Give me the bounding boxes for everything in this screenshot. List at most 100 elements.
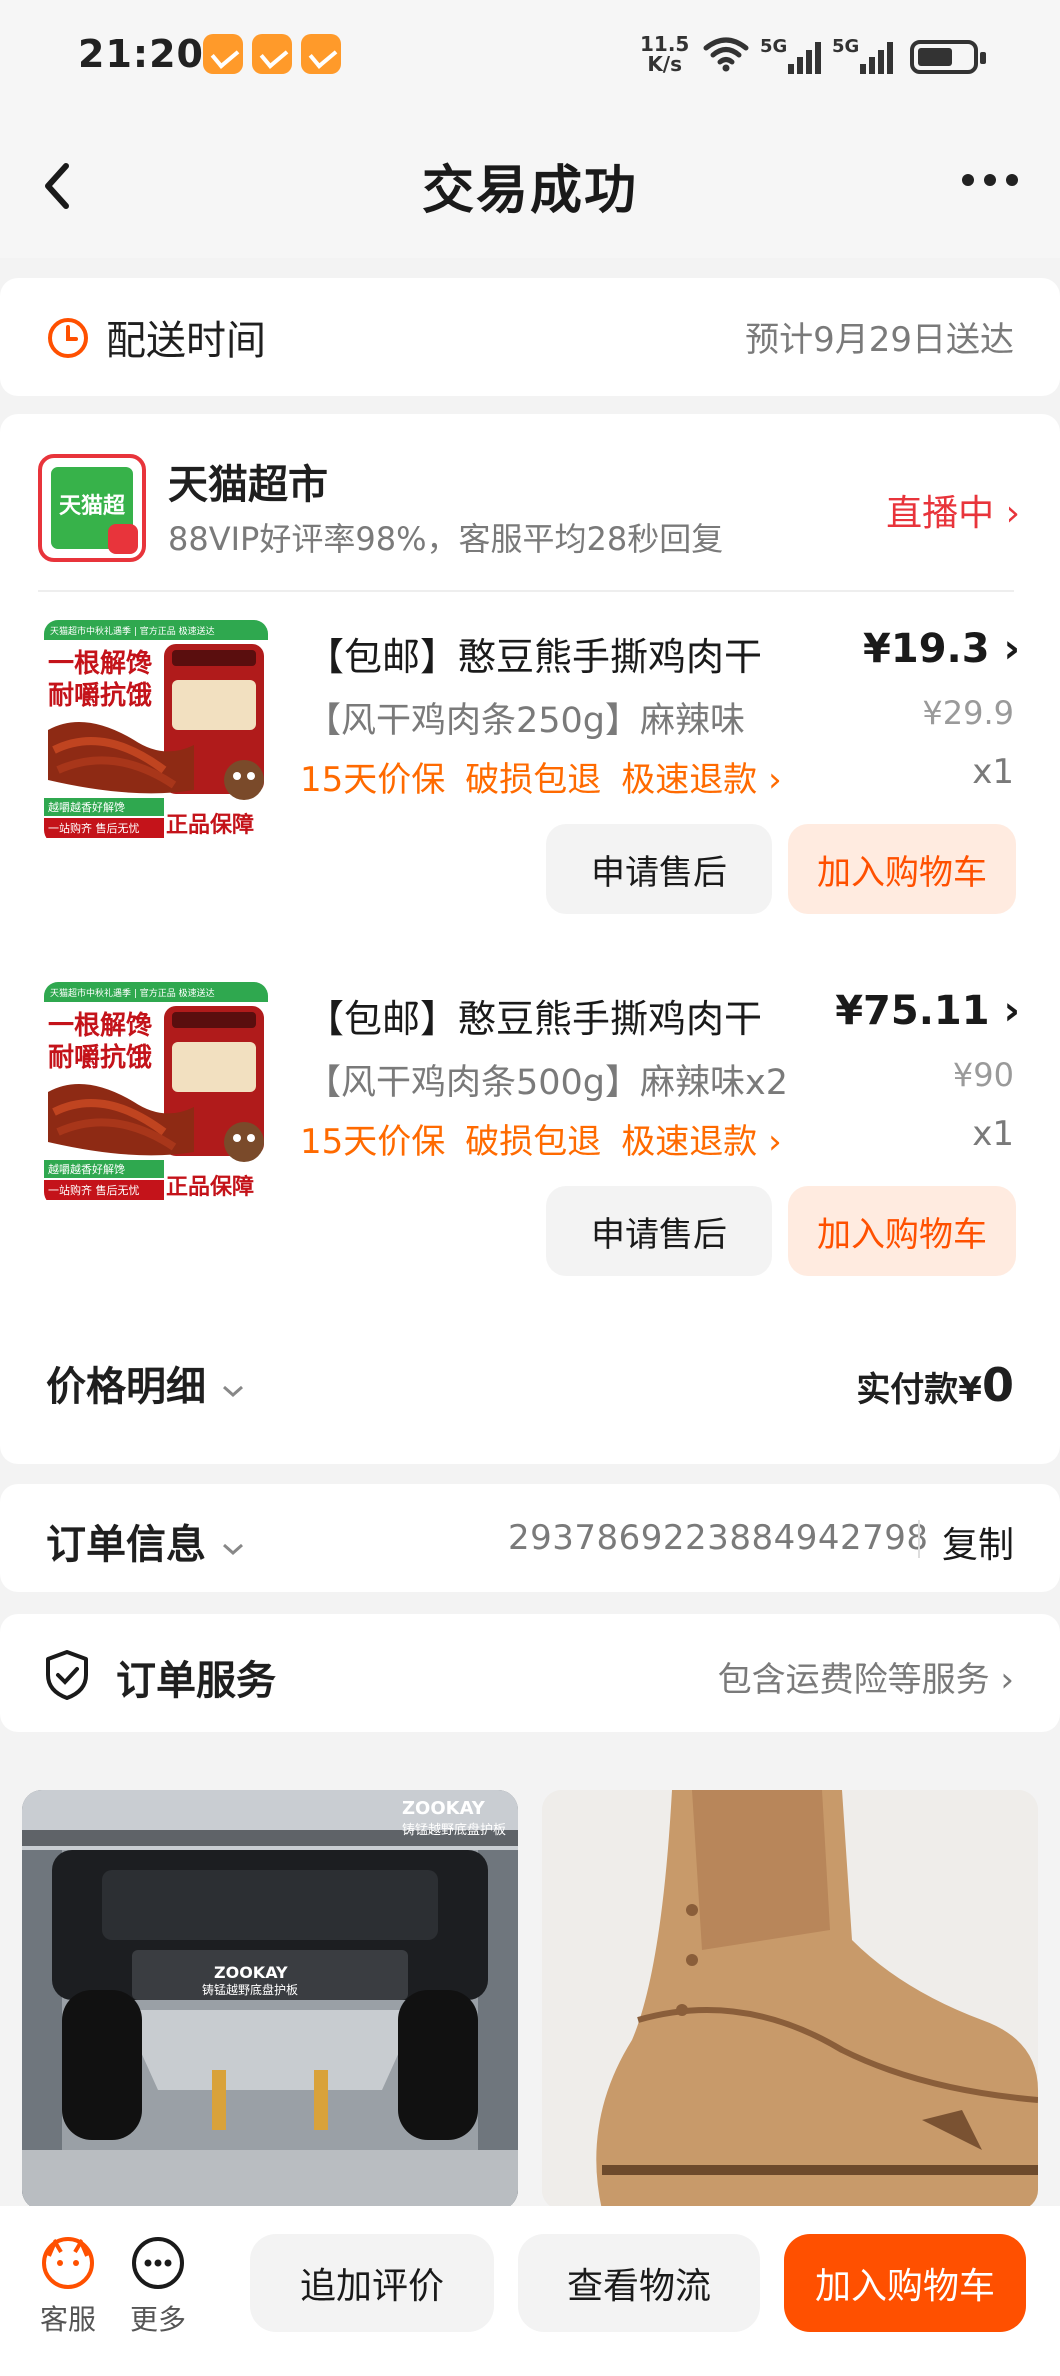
copy-button[interactable]: 复制	[942, 1516, 1014, 1568]
original-price: ¥90	[952, 1056, 1014, 1094]
net-speed: 11.5 K/s	[640, 34, 689, 74]
paid-amount: 实付款¥0	[856, 1358, 1014, 1412]
signal-label-1: 5G	[760, 36, 788, 57]
delivery-estimate: 预计9月29日送达	[745, 320, 1014, 360]
page-title: 交易成功	[421, 161, 638, 221]
product-image-topline: 天猫超市中秋礼遇季 | 官方正品 极速送达	[50, 987, 215, 999]
product-spec: 【风干鸡肉条250g】麻辣味	[306, 701, 746, 741]
product-image-badge: 正品保障	[166, 1174, 254, 1200]
net-speed-unit: K/s	[647, 52, 683, 76]
rec-plate-brand: ZOOKAY	[214, 1963, 288, 1982]
order-info-label: 订单信息	[46, 1512, 246, 1570]
signal-label-2: 5G	[832, 36, 860, 57]
tag-damage-return: 破损包退	[465, 1122, 602, 1162]
recommended-product-image	[542, 1790, 1038, 2210]
recommended-product-image: ZOOKAY 铸锰越野底盘护板 ZOOKAY 铸锰越野底盘护板	[22, 1790, 518, 2210]
product-price-value: ¥75.11	[835, 988, 990, 1034]
app-notification-icon	[252, 34, 292, 74]
product-price-value: ¥19.3	[863, 626, 990, 672]
order-item: 天猫超市中秋礼遇季 | 官方正品 极速送达 一根解馋 耐嚼抗饿 越嚼越香好解馋 …	[0, 592, 1060, 952]
customer-service-icon	[42, 2237, 94, 2289]
add-to-cart-button[interactable]: 加入购物车	[788, 824, 1016, 914]
paid-value: 0	[981, 1358, 1014, 1412]
status-bar: 21:20 11.5 K/s 5G 5G	[0, 0, 1060, 118]
order-item: 天猫超市中秋礼遇季 | 官方正品 极速送达 一根解馋 耐嚼抗饿 越嚼越香好解馋 …	[0, 954, 1060, 1314]
chevron-down-icon	[222, 1543, 243, 1556]
product-name[interactable]: 【包邮】憨豆熊手撕鸡肉干	[306, 626, 762, 681]
product-image-headline2: 耐嚼抗饿	[48, 680, 152, 711]
app-notification-icon	[301, 34, 341, 74]
more-label: 更多	[129, 2303, 186, 2336]
order-number: 2937869223884942798	[508, 1518, 929, 1558]
product-quantity: x1	[972, 752, 1014, 792]
page-header: 交易成功	[0, 118, 1060, 258]
rec-plate-caption: 铸锰越野底盘护板	[202, 1982, 298, 1997]
product-image-topline: 天猫超市中秋礼遇季 | 官方正品 极速送达	[50, 625, 215, 637]
notification-icons	[203, 34, 341, 74]
tag-damage-return: 破损包退	[465, 760, 602, 800]
order-card: 天猫超市 天猫超市 88VIP好评率98%，客服平均28秒回复 直播中 › 天猫…	[0, 414, 1060, 1464]
product-spec: 【风干鸡肉条500g】麻辣味x2	[306, 1063, 789, 1103]
service-tags[interactable]: 15天价保 破损包退 极速退款 ›	[300, 752, 782, 801]
price-detail-row[interactable]: 价格明细 实付款¥0	[0, 1334, 1060, 1434]
shop-rating: 88VIP好评率98%，客服平均28秒回复	[168, 520, 724, 558]
order-service-value: 包含运费险等服务 ›	[717, 1660, 1014, 1700]
rec-brand: ZOOKAY	[402, 1798, 486, 1819]
order-service-label: 订单服务	[116, 1658, 276, 1704]
customer-service-label: 客服	[39, 2303, 96, 2336]
product-image-footer2: 一站购齐 售后无忧	[48, 821, 140, 835]
product-image[interactable]: 天猫超市中秋礼遇季 | 官方正品 极速送达 一根解馋 耐嚼抗饿 越嚼越香好解馋 …	[44, 982, 268, 1206]
more-button[interactable]: 更多	[118, 2236, 198, 2338]
bottom-action-bar: 客服 更多 追加评价 查看物流 加入购物车	[0, 2206, 1060, 2376]
price-detail-text: 价格明细	[46, 1364, 206, 1410]
product-image-footer1: 越嚼越香好解馋	[48, 1162, 125, 1176]
delivery-time-row: 配送时间 预计9月29日送达	[0, 278, 1060, 396]
service-tags[interactable]: 15天价保 破损包退 极速退款 ›	[300, 1114, 782, 1163]
product-image-footer1: 越嚼越香好解馋	[48, 800, 125, 814]
status-time: 21:20	[78, 32, 204, 76]
shop-live-link[interactable]: 直播中 ›	[886, 484, 1020, 536]
product-image[interactable]: 天猫超市中秋礼遇季 | 官方正品 极速送达 一根解馋 耐嚼抗饿 越嚼越香好解馋 …	[44, 620, 268, 844]
after-sale-button[interactable]: 申请售后	[546, 824, 772, 914]
order-info-text: 订单信息	[46, 1522, 206, 1568]
net-speed-value: 11.5	[640, 32, 690, 56]
product-quantity: x1	[972, 1114, 1014, 1154]
product-image-headline1: 一根解馋	[48, 1011, 152, 1041]
add-review-button[interactable]: 追加评价	[250, 2234, 494, 2332]
add-to-cart-bottom-button[interactable]: 加入购物车	[784, 2234, 1026, 2332]
product-image-headline1: 一根解馋	[48, 649, 152, 679]
customer-service-button[interactable]: 客服	[28, 2236, 108, 2338]
live-badge-icon	[108, 524, 138, 554]
order-info-row[interactable]: 订单信息 2937869223884942798 复制	[0, 1484, 1060, 1592]
product-name[interactable]: 【包邮】憨豆熊手撕鸡肉干	[306, 988, 762, 1043]
original-price: ¥29.9	[922, 694, 1014, 732]
product-price[interactable]: ¥75.11 ›	[835, 988, 1020, 1034]
chevron-down-icon	[222, 1385, 243, 1398]
shop-name[interactable]: 天猫超市	[168, 452, 328, 510]
recommended-product-card[interactable]: ZOOKAY 铸锰越野底盘护板 ZOOKAY 铸锰越野底盘护板	[22, 1790, 518, 2210]
recommended-product-card[interactable]	[542, 1790, 1038, 2210]
shield-check-icon	[46, 1650, 88, 1700]
shop-logo[interactable]: 天猫超市	[38, 454, 146, 562]
product-image-footer2: 一站购齐 售后无忧	[48, 1183, 140, 1197]
app-notification-icon	[203, 34, 243, 74]
more-icon	[132, 2237, 184, 2289]
divider	[918, 1520, 920, 1558]
more-options-icon[interactable]	[962, 174, 1018, 186]
rec-caption: 铸锰越野底盘护板	[402, 1822, 506, 1838]
paid-label: 实付款¥	[856, 1370, 982, 1410]
tag-fast-refund: 极速退款 ›	[621, 760, 782, 800]
price-detail-label: 价格明细	[46, 1354, 246, 1412]
after-sale-button[interactable]: 申请售后	[546, 1186, 772, 1276]
clock-icon	[48, 318, 88, 358]
tag-price-protect: 15天价保	[300, 1122, 446, 1162]
order-service-row[interactable]: 订单服务 包含运费险等服务 ›	[0, 1614, 1060, 1732]
delivery-label: 配送时间	[106, 318, 266, 364]
product-image-headline2: 耐嚼抗饿	[48, 1042, 152, 1073]
view-logistics-button[interactable]: 查看物流	[518, 2234, 760, 2332]
signal-bars-icon	[788, 40, 821, 74]
add-to-cart-button[interactable]: 加入购物车	[788, 1186, 1016, 1276]
wifi-icon	[703, 37, 749, 72]
tag-fast-refund: 极速退款 ›	[621, 1122, 782, 1162]
product-price[interactable]: ¥19.3 ›	[863, 626, 1020, 672]
